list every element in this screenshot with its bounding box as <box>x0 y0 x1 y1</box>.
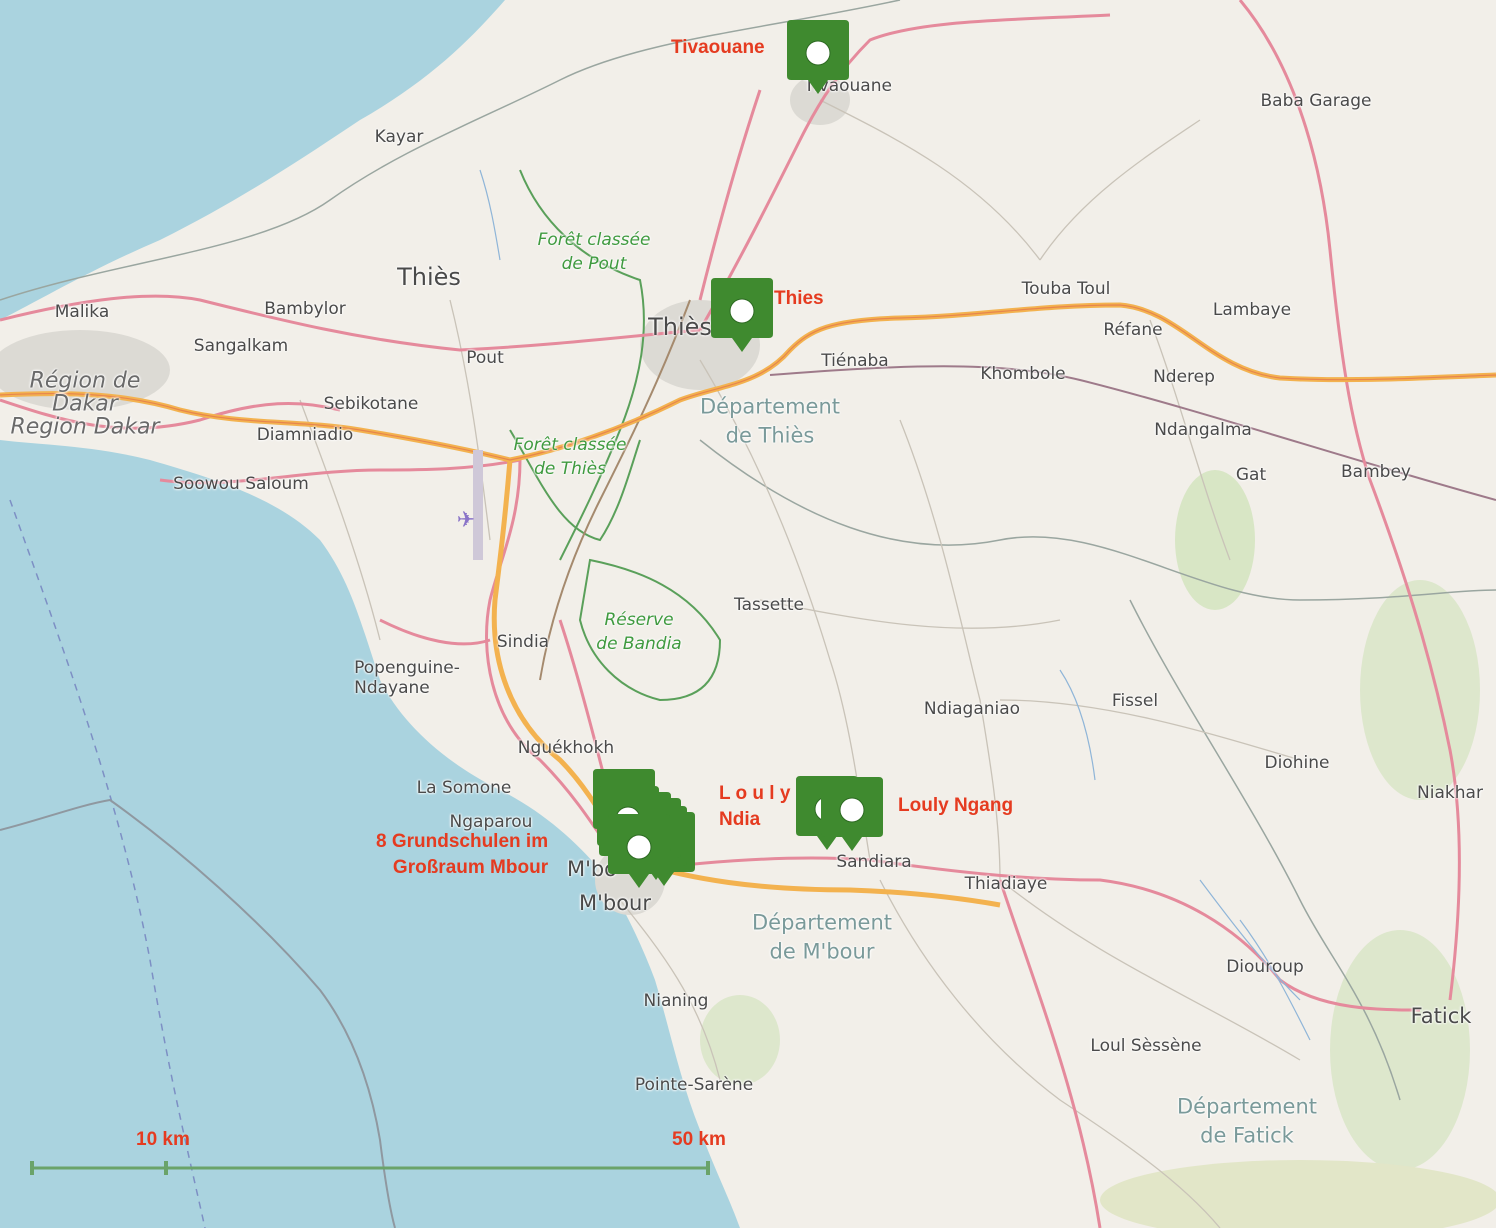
place-label-thies-city: Thiès <box>648 313 712 341</box>
place-label-refane: Réfane <box>1103 320 1163 340</box>
marker-thies[interactable] <box>711 278 773 352</box>
place-label-foret-thies: Forêt classée de Thiès <box>514 434 627 482</box>
place-label-tienaba: Tiénaba <box>821 351 889 371</box>
place-label-gat: Gat <box>1235 465 1267 485</box>
place-label-reserve-bandia: Réserve de Bandia <box>596 609 681 657</box>
map-pin-icon <box>787 20 849 94</box>
place-label-line: Forêt classée <box>537 230 651 251</box>
scale-label-50km: 50 km <box>672 1129 726 1150</box>
place-label-line: Ndayane <box>354 678 430 698</box>
place-label-la-somone: La Somone <box>416 778 512 798</box>
place-label-tassette: Tassette <box>734 595 804 615</box>
map-pin-icon <box>711 278 773 352</box>
place-label-line: de Bandia <box>596 634 682 654</box>
map-view[interactable]: ✈ Tivaouane Baba Garage Kayar Forêt classée… <box>0 0 1496 1228</box>
place-label-malika: Malika <box>54 302 110 322</box>
place-label-sandiara: Sandiara <box>836 852 912 872</box>
place-label-mbour: M'bour <box>578 891 652 915</box>
place-label-bambylor: Bambylor <box>264 299 346 319</box>
place-label-nianing: Nianing <box>643 991 709 1011</box>
place-label-nderep: Nderep <box>1153 367 1215 387</box>
place-label-diohine: Diohine <box>1264 753 1330 773</box>
marker-label-thies: Thies <box>774 288 824 309</box>
place-label-pout: Pout <box>466 348 504 368</box>
place-label-fissel: Fissel <box>1111 691 1159 711</box>
place-label-line: Département <box>700 394 840 419</box>
place-label-dept-thies: Département de Thiès <box>700 393 840 452</box>
place-label-bambey: Bambey <box>1341 462 1411 482</box>
place-label-line: Département <box>752 910 892 935</box>
place-label-loul-sessene: Loul Sèssène <box>1090 1036 1202 1056</box>
place-label-line: Popenguine- <box>354 658 460 678</box>
place-label-line: de Fatick <box>1200 1124 1294 1148</box>
place-label-dept-fatick: Département de Fatick <box>1177 1093 1317 1152</box>
place-label-line: Département <box>1177 1094 1317 1119</box>
place-label-region-dakar: Région de Dakar Region Dakar <box>11 369 160 438</box>
place-label-foret-pout: Forêt classée de Pout <box>538 229 651 277</box>
place-label-line: Dakar <box>52 391 118 417</box>
place-label-dept-mbour: Département de M'bour <box>752 909 892 968</box>
place-label-line: de Thiès <box>534 459 606 479</box>
place-label-diouroup: Diouroup <box>1226 957 1304 977</box>
place-label-nguekhokh: Nguékhokh <box>517 738 615 758</box>
place-label-popenguine: Popenguine- Ndayane <box>354 658 460 698</box>
marker-label-louly-ngang: Louly Ngang <box>898 795 1014 816</box>
place-label-line: Région de <box>29 368 141 394</box>
place-label-sangalkam: Sangalkam <box>193 336 289 356</box>
marker-tivaouane[interactable] <box>787 20 849 94</box>
place-label-line: de M'bour <box>769 940 875 964</box>
place-label-ndangalma: Ndangalma <box>1154 420 1252 440</box>
scale-label-10km: 10 km <box>136 1129 190 1150</box>
map-pin-icon <box>821 777 883 851</box>
airport-icon: ✈ <box>457 508 475 533</box>
place-label-lambaye: Lambaye <box>1212 300 1292 320</box>
place-label-line: de Thiès <box>725 424 815 448</box>
place-label-diamniadio: Diamniadio <box>256 425 354 445</box>
place-label-thiadiaye: Thiadiaye <box>964 874 1048 894</box>
place-label-khombole: Khombole <box>980 364 1066 384</box>
place-label-sebikotane: Sebikotane <box>323 394 419 414</box>
marker-label-louly-ndia: L o u l y Ndia <box>719 783 791 830</box>
place-label-baba-garage: Baba Garage <box>1260 91 1372 111</box>
marker-label-mbour-schools: 8 Grundschulen im Großraum Mbour <box>376 831 549 878</box>
place-label-line: de Pout <box>561 254 627 274</box>
place-label-fatick: Fatick <box>1410 1004 1472 1028</box>
marker-mbour-school[interactable] <box>608 814 670 888</box>
scale-bar-line <box>30 1161 710 1175</box>
marker-louly-ngang[interactable] <box>821 777 883 851</box>
place-label-sindia: Sindia <box>496 632 550 652</box>
place-label-soowou-saloum: Soowou Saloum <box>173 474 309 494</box>
place-label-touba-toul: Touba Toul <box>1021 279 1111 299</box>
place-label-pointe-sarene: Pointe-Sarène <box>634 1075 754 1095</box>
scale-bar: 10 km 50 km <box>26 1125 726 1185</box>
map-pin-icon <box>608 814 670 888</box>
place-label-niakhar: Niakhar <box>1417 783 1483 803</box>
place-label-ndiaganiao: Ndiaganiao <box>923 699 1021 719</box>
marker-label-tivaouane: Tivaouane <box>671 37 765 58</box>
place-label-kayar: Kayar <box>374 127 424 147</box>
place-label-line: Forêt classée <box>513 435 627 456</box>
place-label-line: Réserve <box>604 610 674 631</box>
place-label-thies-region: Thiès <box>397 263 461 291</box>
place-label-line: Region Dakar <box>10 414 160 440</box>
